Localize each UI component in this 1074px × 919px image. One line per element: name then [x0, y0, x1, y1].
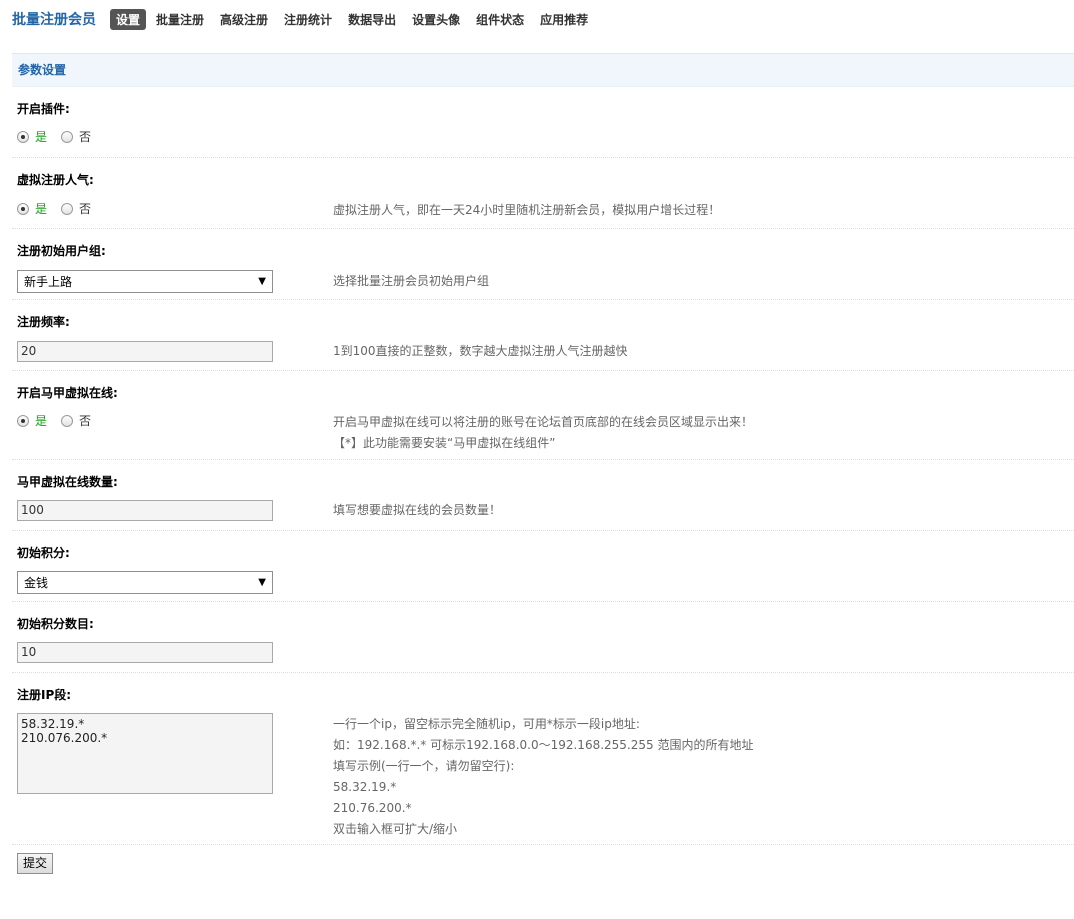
- field-title: 开启马甲虚拟在线:: [17, 386, 118, 400]
- row-frequency: 注册频率: 20 1到100直接的正整数，数字越大虚拟注册人气注册越快: [12, 301, 1074, 371]
- field-tip: 开启马甲虚拟在线可以将注册的账号在论坛首页底部的在线会员区域显示出来！: [333, 415, 754, 429]
- tab-data-export[interactable]: 数据导出: [348, 11, 396, 28]
- row-vest-online: 开启马甲虚拟在线: 是 否 开启马甲虚拟在线可以将注册的账号在论坛首页底部的在线…: [12, 372, 1074, 460]
- ip-tip-line: 双击输入框可扩大/缩小: [333, 822, 458, 836]
- radio-checked-icon: [17, 414, 29, 427]
- virtual-popularity-radio-group: 是 否: [17, 200, 105, 217]
- field-tip: 虚拟注册人气，即在一天24小时里随机注册新会员，模拟用户增长过程！: [333, 203, 721, 217]
- field-tip: 选择批量注册会员初始用户组: [333, 274, 490, 288]
- radio-checked-icon: [17, 130, 29, 143]
- radio-label: 是: [35, 130, 48, 144]
- enable-plugin-no-radio[interactable]: 否: [61, 128, 91, 145]
- enable-plugin-radio-group: 是 否: [17, 128, 105, 145]
- row-initial-group: 注册初始用户组: 新手上路 ▼ 选择批量注册会员初始用户组: [12, 230, 1074, 300]
- nav-tabs: 设置 批量注册 高级注册 注册统计 数据导出 设置头像 组件状态 应用推荐: [110, 8, 604, 30]
- tab-component-status[interactable]: 组件状态: [476, 11, 524, 28]
- row-ip-range: 注册IP段: 58.32.19.* 210.076.200.* 一行一个ip，留…: [12, 674, 1074, 845]
- radio-checked-icon: [17, 202, 29, 215]
- vest-online-no-radio[interactable]: 否: [61, 412, 91, 429]
- ip-tip-line: 填写示例(一行一个，请勿留空行):: [333, 759, 515, 773]
- select-value: 新手上路: [24, 275, 73, 289]
- section-title: 参数设置: [12, 53, 1074, 87]
- virtual-popularity-yes-radio[interactable]: 是: [17, 200, 47, 217]
- row-initial-credit: 初始积分: 金钱 ▼: [12, 532, 1074, 602]
- initial-group-select[interactable]: 新手上路 ▼: [17, 270, 273, 293]
- field-title: 开启插件:: [17, 102, 70, 116]
- tab-set-avatar[interactable]: 设置头像: [412, 11, 460, 28]
- tab-batch-register[interactable]: 批量注册: [156, 11, 204, 28]
- field-title: 注册初始用户组:: [17, 244, 106, 258]
- ip-tip-line: 如：192.168.*.* 可标示192.168.0.0～192.168.255…: [333, 738, 754, 752]
- row-virtual-popularity: 虚拟注册人气: 是 否 虚拟注册人气，即在一天24小时里随机注册新会员，模拟用户…: [12, 159, 1074, 229]
- frequency-input[interactable]: 20: [17, 341, 273, 362]
- submit-button[interactable]: 提交: [17, 853, 54, 874]
- brand-title[interactable]: 批量注册会员: [12, 9, 96, 29]
- field-title: 初始积分:: [17, 546, 70, 560]
- initial-credit-select[interactable]: 金钱 ▼: [17, 571, 273, 594]
- tab-settings[interactable]: 设置: [110, 8, 147, 30]
- dropdown-arrow-icon: ▼: [258, 276, 266, 287]
- dropdown-arrow-icon: ▼: [258, 577, 266, 588]
- field-title: 注册IP段:: [17, 688, 72, 702]
- vest-online-radio-group: 是 否: [17, 412, 105, 429]
- field-tip: 填写想要虚拟在线的会员数量！: [333, 503, 502, 517]
- row-enable-plugin: 开启插件: 是 否: [12, 88, 1074, 158]
- enable-plugin-yes-radio[interactable]: 是: [17, 128, 47, 145]
- radio-unchecked-icon: [61, 414, 74, 427]
- ip-tip-line: 210.76.200.*: [333, 801, 412, 815]
- field-title: 初始积分数目:: [17, 617, 94, 631]
- virtual-popularity-no-radio[interactable]: 否: [61, 200, 91, 217]
- radio-unchecked-icon: [61, 130, 74, 143]
- initial-credit-amount-input[interactable]: 10: [17, 642, 273, 663]
- field-tip: 1到100直接的正整数，数字越大虚拟注册人气注册越快: [333, 344, 628, 358]
- radio-unchecked-icon: [61, 202, 74, 215]
- top-nav: 批量注册会员 设置 批量注册 高级注册 注册统计 数据导出 设置头像 组件状态 …: [12, 8, 604, 30]
- vest-count-input[interactable]: 100: [17, 500, 273, 521]
- ip-tip-line: 一行一个ip，留空标示完全随机ip，可用*标示一段ip地址:: [333, 717, 640, 731]
- vest-online-yes-radio[interactable]: 是: [17, 412, 47, 429]
- radio-label: 否: [79, 130, 92, 144]
- field-title: 马甲虚拟在线数量:: [17, 475, 118, 489]
- ip-range-textarea[interactable]: 58.32.19.* 210.076.200.*: [17, 713, 273, 794]
- tab-app-recommend[interactable]: 应用推荐: [540, 11, 588, 28]
- radio-label: 是: [35, 414, 48, 428]
- tab-advanced-register[interactable]: 高级注册: [220, 11, 268, 28]
- field-title: 虚拟注册人气:: [17, 173, 94, 187]
- ip-tip-line: 58.32.19.*: [333, 780, 397, 794]
- select-value: 金钱: [24, 576, 49, 590]
- tab-register-stats[interactable]: 注册统计: [284, 11, 332, 28]
- radio-label: 否: [79, 414, 92, 428]
- radio-label: 是: [35, 202, 48, 216]
- radio-label: 否: [79, 202, 92, 216]
- field-title: 注册频率:: [17, 315, 70, 329]
- row-initial-credit-amount: 初始积分数目: 10: [12, 603, 1074, 673]
- row-vest-count: 马甲虚拟在线数量: 100 填写想要虚拟在线的会员数量！: [12, 461, 1074, 531]
- field-tip-note: 【*】此功能需要安装“马甲虚拟在线组件”: [333, 436, 556, 450]
